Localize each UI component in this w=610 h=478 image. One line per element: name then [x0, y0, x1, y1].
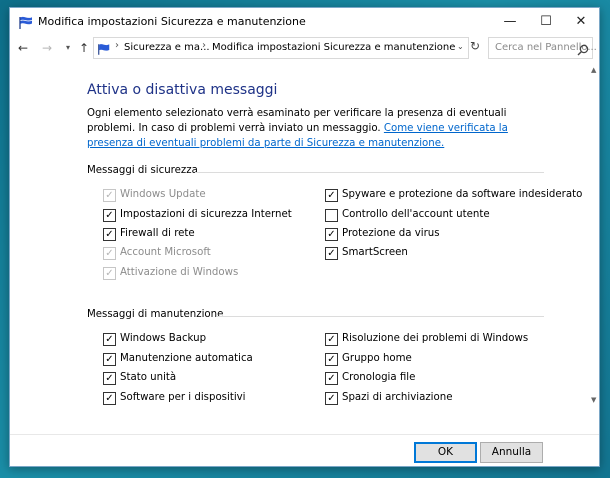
window-title: Modifica impostazioni Sicurezza e manute… [38, 15, 306, 28]
checkbox-label: Spazi di archiviazione [342, 392, 453, 403]
forward-arrow-icon[interactable]: → [39, 40, 55, 56]
checkbox-label: Software per i dispositivi [120, 392, 246, 403]
checkbox-box[interactable]: ✓ [325, 392, 338, 405]
dialog-window: Modifica impostazioni Sicurezza e manute… [9, 7, 600, 467]
close-button[interactable]: ✕ [563, 8, 599, 36]
cancel-button[interactable]: Annulla [480, 442, 543, 463]
checkbox-label: Spyware e protezione da software indesid… [342, 189, 583, 200]
checkbox-box[interactable]: ✓ [103, 228, 116, 241]
checkbox-box[interactable]: ✓ [103, 247, 116, 260]
description: Ogni elemento selezionato verrà esaminat… [87, 106, 557, 151]
checkbox-box[interactable]: ✓ [325, 333, 338, 346]
checkbox-label: Protezione da virus [342, 228, 440, 239]
navigation-bar: ← → ▾ ↑ › Sicurezza e ma... › Modifica i… [10, 36, 599, 62]
breadcrumb-separator-icon: › [115, 40, 119, 51]
checkbox-label: SmartScreen [342, 247, 408, 258]
checkbox-box[interactable]: ✓ [103, 353, 116, 366]
refresh-icon[interactable]: ↻ [470, 39, 480, 53]
checkbox-label: Firewall di rete [120, 228, 195, 239]
checkbox-label: Windows Update [120, 189, 206, 200]
checkbox-label: Cronologia file [342, 372, 416, 383]
checkbox-box[interactable]: ✓ [103, 209, 116, 222]
checkbox-label: Manutenzione automatica [120, 353, 253, 364]
maximize-button[interactable]: ☐ [528, 8, 564, 36]
checkbox-label: Account Microsoft [120, 247, 211, 258]
checkbox-label: Impostazioni di sicurezza Internet [120, 209, 292, 220]
search-box[interactable]: Cerca nel Pannello... [488, 37, 597, 60]
checkbox-box[interactable]: ✓ [103, 333, 116, 346]
address-dropdown-icon[interactable]: ⌄ [457, 42, 464, 51]
vertical-scrollbar[interactable]: ▲ ▼ [591, 62, 599, 434]
address-bar[interactable]: › Sicurezza e ma... › Modifica impostazi… [93, 37, 469, 59]
breadcrumb-separator-icon: › [202, 40, 206, 51]
main-content: Attiva o disattiva messaggi Ogni element… [10, 62, 599, 434]
checkbox-label: Risoluzione dei problemi di Windows [342, 333, 529, 344]
security-section-title: Messaggi di sicurezza [87, 165, 198, 176]
checkbox-label: Windows Backup [120, 333, 207, 344]
maintenance-section-divider [217, 316, 544, 317]
minimize-button[interactable]: — [492, 8, 528, 36]
up-arrow-icon[interactable]: ↑ [76, 40, 92, 56]
search-icon[interactable] [577, 41, 589, 60]
checkbox-box[interactable]: ✓ [103, 392, 116, 405]
checkbox-box[interactable]: ✓ [325, 247, 338, 260]
checkbox-label: Gruppo home [342, 353, 412, 364]
checkbox-label: Attivazione di Windows [120, 267, 239, 278]
scroll-down-icon[interactable]: ▼ [591, 396, 596, 404]
address-flag-icon [97, 41, 111, 60]
scroll-up-icon[interactable]: ▲ [591, 66, 596, 74]
checkbox-box[interactable]: ✓ [103, 267, 116, 280]
page-title: Attiva o disattiva messaggi [87, 82, 278, 98]
ok-button[interactable]: OK [414, 442, 477, 463]
checkbox-box[interactable]: ✓ [103, 372, 116, 385]
back-arrow-icon[interactable]: ← [15, 40, 31, 56]
checkbox-box[interactable]: ✓ [325, 353, 338, 366]
checkbox-box[interactable]: ✓ [325, 189, 338, 202]
checkbox-box[interactable] [325, 209, 338, 222]
checkbox-label: Stato unità [120, 372, 177, 383]
checkbox-box[interactable]: ✓ [325, 372, 338, 385]
checkbox-label: Controllo dell'account utente [342, 209, 490, 220]
checkbox-box[interactable]: ✓ [325, 228, 338, 241]
checkbox-box[interactable]: ✓ [103, 189, 116, 202]
dialog-footer: OK Annulla [10, 434, 599, 466]
breadcrumb-item-security[interactable]: Sicurezza e ma... [124, 42, 210, 53]
maintenance-section-title: Messaggi di manutenzione [87, 309, 224, 320]
title-bar: Modifica impostazioni Sicurezza e manute… [10, 8, 599, 36]
security-section-divider [195, 172, 544, 173]
security-flag-icon [18, 15, 34, 34]
recent-locations-chevron-icon[interactable]: ▾ [60, 40, 76, 56]
breadcrumb-item-current[interactable]: Modifica impostazioni Sicurezza e manute… [212, 42, 455, 53]
